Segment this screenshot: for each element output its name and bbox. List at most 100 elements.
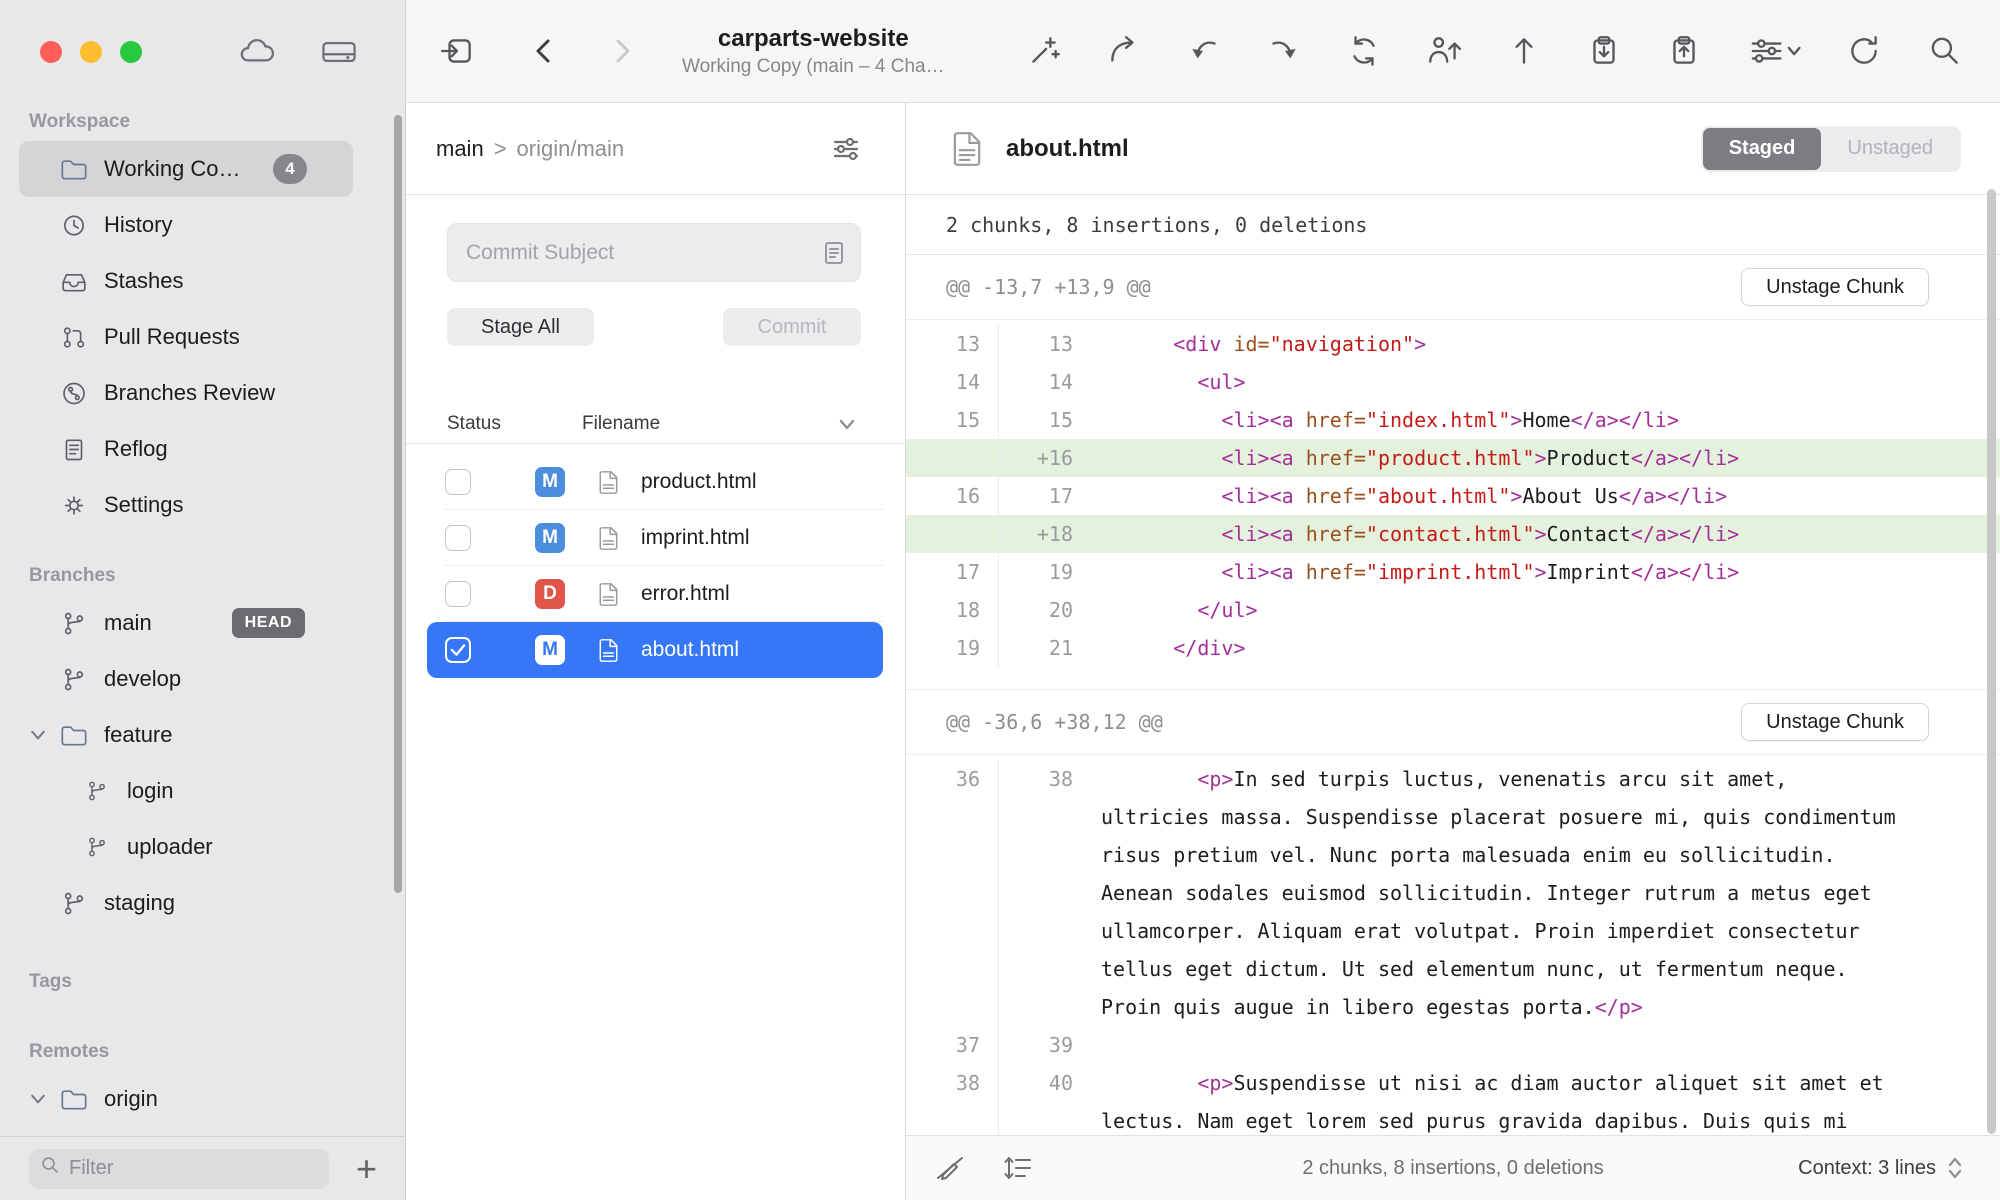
sync-icon[interactable] [1346, 33, 1382, 69]
filter-input[interactable] [69, 1157, 317, 1180]
search-icon[interactable] [1926, 33, 1962, 69]
new-line-number: 20 [999, 591, 1097, 629]
sidebar-item-branch-main[interactable]: main HEAD [19, 595, 353, 651]
unstage-chunk-button[interactable]: Unstage Chunk [1741, 268, 1929, 306]
context-lines-control[interactable]: Context: 3 lines [1798, 1155, 1964, 1181]
diff-line[interactable]: 1515 <li><a href="index.html">Home</a></… [906, 401, 2000, 439]
line-code: <li><a href="contact.html">Contact</a></… [1097, 515, 2000, 553]
file-row-error[interactable]: D error.html [406, 566, 905, 622]
breadcrumb[interactable]: main > origin/main [436, 136, 624, 162]
current-branch[interactable]: main [436, 136, 484, 162]
stash-pop-icon[interactable] [1666, 33, 1702, 69]
diff-line[interactable]: 1313 <div id="navigation"> [906, 325, 2000, 363]
tab-staged[interactable]: Staged [1703, 128, 1822, 170]
refresh-icon[interactable] [1846, 33, 1882, 69]
publish-icon[interactable] [1426, 33, 1462, 69]
line-code: </ul> [1097, 591, 2000, 629]
diff-line[interactable]: 1719 <li><a href="imprint.html">Imprint<… [906, 553, 2000, 591]
commit-button[interactable]: Commit [723, 308, 861, 346]
line-code: <p>Suspendisse ut nisi ac diam auctor al… [1097, 1064, 2000, 1135]
file-row-imprint[interactable]: M imprint.html [406, 510, 905, 566]
sidebar-item-branch-uploader[interactable]: uploader [19, 819, 353, 875]
diff-line[interactable]: 3840 <p>Suspendisse ut nisi ac diam auct… [906, 1064, 2000, 1135]
chevron-down-icon[interactable] [28, 725, 48, 745]
file-row-product[interactable]: M product.html [406, 454, 905, 510]
pull-icon[interactable] [1266, 33, 1302, 69]
stage-all-button[interactable]: Stage All [447, 308, 594, 346]
chevron-down-icon[interactable] [28, 1089, 48, 1109]
diff-scroll-area: 2 chunks, 8 insertions, 0 deletions @@ -… [906, 195, 2000, 1135]
file-name: error.html [641, 582, 730, 606]
fetch-icon[interactable] [1186, 33, 1222, 69]
diff-line[interactable]: 1617 <li><a href="about.html">About Us</… [906, 477, 2000, 515]
back-button[interactable] [526, 33, 562, 69]
stage-checkbox[interactable] [445, 525, 471, 551]
section-header-tags: Tags [19, 967, 353, 997]
column-filename[interactable]: Filename [582, 413, 660, 435]
forward-button[interactable] [604, 33, 640, 69]
filter-options-icon[interactable] [831, 134, 861, 164]
diff-line[interactable]: 1414 <ul> [906, 363, 2000, 401]
push-icon[interactable] [1506, 33, 1542, 69]
staged-segmented-control: Staged Unstaged [1701, 126, 1961, 172]
checkout-icon[interactable] [1106, 33, 1142, 69]
commit-template-icon[interactable] [821, 240, 847, 266]
diff-line[interactable]: 1820 </ul> [906, 591, 2000, 629]
app-window: Workspace Working Co… 4 History Stashes … [0, 0, 2000, 1200]
sidebar-item-branch-staging[interactable]: staging [19, 875, 353, 931]
cloud-icon[interactable] [237, 36, 277, 67]
diff-file-title: about.html [1006, 135, 1129, 163]
diff-line-added[interactable]: +16 <li><a href="product.html">Product</… [906, 439, 2000, 477]
minimize-window-button[interactable] [80, 41, 102, 63]
line-code: <li><a href="product.html">Product</a></… [1097, 439, 2000, 477]
sidebar-item-label: Reflog [104, 436, 168, 462]
reflog-icon [56, 436, 92, 463]
branch-breadcrumb-row: main > origin/main [406, 103, 905, 195]
add-button[interactable]: + [356, 1151, 377, 1187]
stage-checkbox[interactable] [445, 469, 471, 495]
sidebar-item-remote-origin[interactable]: origin [19, 1071, 353, 1127]
sidebar-item-reflog[interactable]: Reflog [19, 421, 353, 477]
sidebar-item-pull-requests[interactable]: Pull Requests [19, 309, 353, 365]
sidebar-item-branch-develop[interactable]: develop [19, 651, 353, 707]
diff-line[interactable]: 3739 [906, 1026, 2000, 1064]
sidebar-item-branches-review[interactable]: Branches Review [19, 365, 353, 421]
zoom-window-button[interactable] [120, 41, 142, 63]
diff-scrollbar[interactable] [1987, 189, 1996, 1134]
upstream-branch[interactable]: origin/main [517, 136, 625, 162]
ignore-whitespace-icon[interactable] [932, 1150, 968, 1186]
sidebar-item-settings[interactable]: Settings [19, 477, 353, 533]
repo-title: carparts-website [718, 25, 909, 53]
sort-chevron-icon[interactable] [836, 413, 858, 435]
sidebar-filter-bar: + [0, 1136, 405, 1200]
filter-input-wrap[interactable] [29, 1149, 329, 1189]
diff-summary: 2 chunks, 8 insertions, 0 deletions [906, 195, 2000, 255]
stash-save-icon[interactable] [1586, 33, 1622, 69]
sidebar-item-branch-group-feature[interactable]: feature [19, 707, 353, 763]
line-code: <ul> [1097, 363, 2000, 401]
sidebar-scrollbar[interactable] [394, 115, 402, 893]
line-wrap-icon[interactable] [1000, 1150, 1036, 1186]
column-status[interactable]: Status [447, 413, 582, 435]
sidebar-item-working-copy[interactable]: Working Co… 4 [19, 141, 353, 197]
unstage-chunk-button[interactable]: Unstage Chunk [1741, 703, 1929, 741]
quick-actions-icon[interactable] [1026, 33, 1062, 69]
diff-line[interactable]: 1921 </div> [906, 629, 2000, 667]
computer-icon[interactable] [319, 34, 359, 70]
stage-checkbox-checked[interactable] [445, 637, 471, 663]
close-window-button[interactable] [40, 41, 62, 63]
tab-unstaged[interactable]: Unstaged [1821, 128, 1959, 170]
file-name: about.html [641, 638, 739, 662]
view-options-icon[interactable] [1746, 33, 1802, 69]
sidebar-item-stashes[interactable]: Stashes [19, 253, 353, 309]
sidebar-item-label: History [104, 212, 172, 238]
sidebar-item-branch-login[interactable]: login [19, 763, 353, 819]
sidebar-item-history[interactable]: History [19, 197, 353, 253]
stage-checkbox[interactable] [445, 581, 471, 607]
diff-line-added[interactable]: +18 <li><a href="contact.html">Contact</… [906, 515, 2000, 553]
commit-subject-input[interactable] [447, 223, 861, 282]
breadcrumb-separator: > [494, 136, 507, 162]
diff-line[interactable]: 3638 <p>In sed turpis luctus, venenatis … [906, 760, 2000, 1026]
file-row-about-selected[interactable]: M about.html [427, 622, 883, 678]
open-repo-icon[interactable] [440, 33, 476, 69]
